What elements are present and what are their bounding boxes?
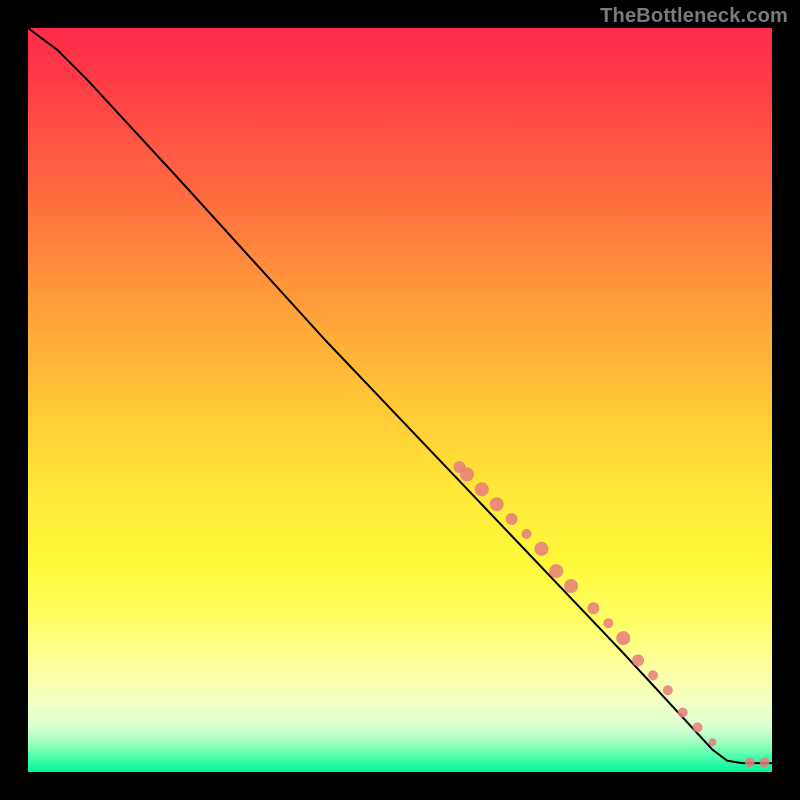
data-marker xyxy=(534,542,548,556)
data-marker xyxy=(564,579,578,593)
data-marker xyxy=(663,685,673,695)
chart-svg xyxy=(28,28,772,772)
data-marker xyxy=(522,529,532,539)
data-marker xyxy=(648,670,658,680)
data-marker xyxy=(616,631,630,645)
data-marker xyxy=(603,618,613,628)
marker-group xyxy=(454,461,770,767)
data-marker xyxy=(745,757,755,767)
data-marker xyxy=(490,497,504,511)
data-marker xyxy=(460,467,474,481)
data-marker xyxy=(475,482,489,496)
plot-area xyxy=(28,28,772,772)
data-marker xyxy=(632,654,644,666)
data-marker xyxy=(693,722,703,732)
data-marker xyxy=(549,564,563,578)
chart-stage: TheBottleneck.com xyxy=(0,0,800,800)
data-marker xyxy=(587,602,599,614)
watermark-text: TheBottleneck.com xyxy=(600,6,788,26)
bottleneck-curve xyxy=(28,28,772,763)
data-marker xyxy=(506,513,518,525)
data-marker xyxy=(678,708,688,718)
data-marker xyxy=(709,738,717,746)
data-marker xyxy=(760,757,770,767)
